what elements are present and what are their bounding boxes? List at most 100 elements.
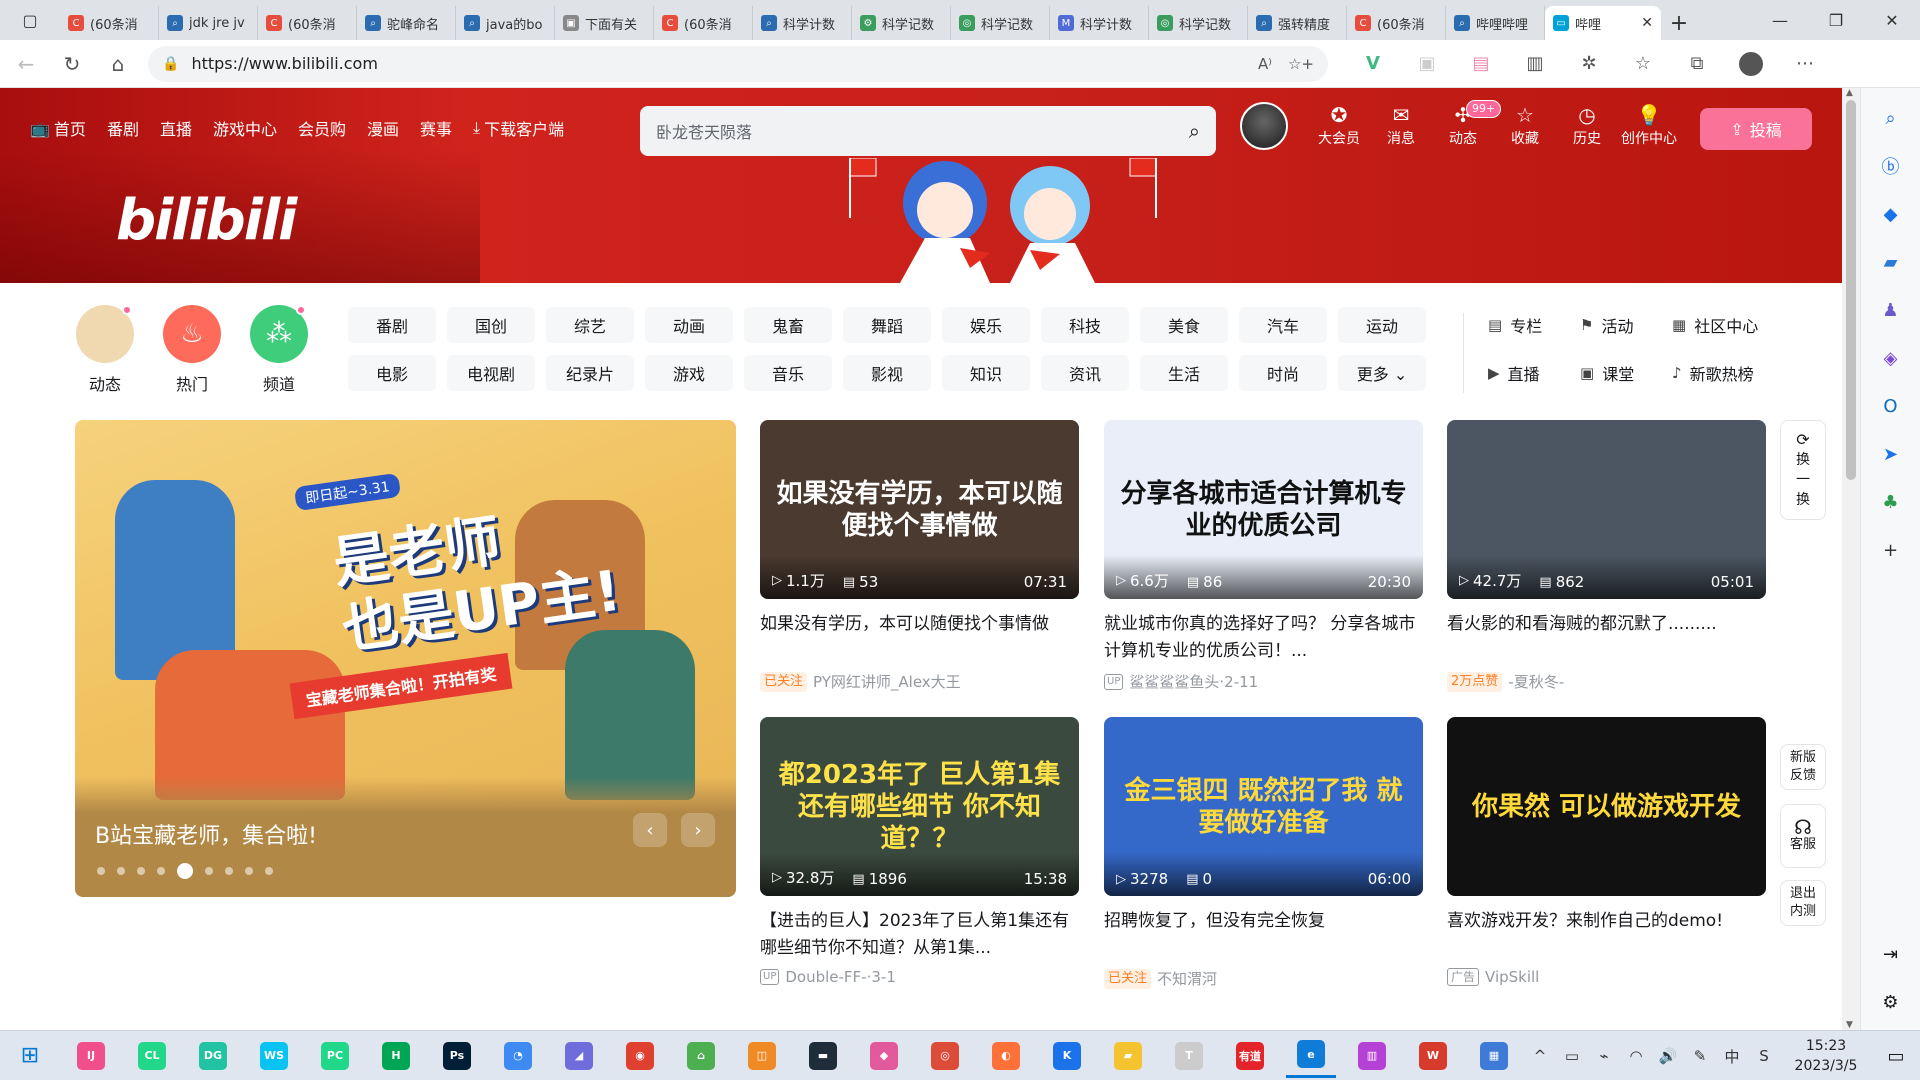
taskbar-app-icon[interactable]: CL [127,1034,177,1078]
video-thumbnail[interactable]: 都2023年了 巨人第1集 还有哪些细节 你不知道？？ ▷ 32.8万 ▤ 1896 15… [760,717,1079,896]
taskbar-app-icon[interactable]: W [1408,1034,1458,1078]
tab-item[interactable]: M 科学计数 [1050,6,1149,40]
nav-item-3[interactable]: 游戏中心 [213,116,277,140]
quick-entry-0[interactable]: 动态 [75,305,135,395]
carousel-dot[interactable] [157,867,165,875]
minimize-button[interactable]: — [1752,0,1808,40]
tab-item[interactable]: ◎ 科学记数 [1149,6,1248,40]
header-entry-0[interactable]: ✪ 大会员 [1308,102,1370,148]
carousel-next-button[interactable]: › [681,813,715,847]
video-owner[interactable]: 已关注 不知渭河 [1104,968,1423,989]
nav-item-7[interactable]: ⤓ 下载客户端 [473,116,564,140]
refresh-feed-button[interactable]: ⟳ 换 一 换 [1780,420,1826,520]
side-link[interactable]: ▶ 直播 [1488,355,1580,391]
new-tab-button[interactable]: + [1661,6,1697,40]
search-icon[interactable]: ⌕ [1189,119,1200,143]
taskbar-app-icon[interactable]: e [1286,1034,1336,1078]
extension-icon[interactable]: ▣ [1400,46,1454,82]
video-owner[interactable]: 广告 VipSkill [1447,968,1766,986]
taskbar-app-icon[interactable]: IJ [66,1034,116,1078]
side-link[interactable]: ♪ 新歌热榜 [1672,355,1792,391]
tab-item[interactable]: ◎ 科学记数 [951,6,1050,40]
clipboard-icon[interactable]: ▥ [1508,46,1562,82]
video-card[interactable]: 你果然 可以做游戏开发 喜欢游戏开发？来制作自己的demo! 广告 VipSkill [1447,717,1766,986]
tray-icon[interactable]: 中 [1716,1046,1748,1067]
tab-item[interactable]: C (60条消 [654,6,753,40]
feedback-button[interactable]: 新版反馈 [1780,744,1826,790]
featured-carousel[interactable]: 即日起~3.31 是老师 也是UP主! 宝藏老师集合啦！开拍有奖 B站宝藏老师，集… [75,420,736,897]
search-icon[interactable]: ⌕ [1873,100,1909,136]
taskbar-app-icon[interactable]: ▦ [1469,1034,1519,1078]
video-owner[interactable]: 2万点赞 -夏秋冬- [1447,671,1766,692]
tab-actions-icon[interactable]: ▢ [0,0,60,40]
taskbar-app-icon[interactable]: ▥ [1347,1034,1397,1078]
channel-chip[interactable]: 运动 [1338,307,1426,343]
tree-icon[interactable]: ♣ [1873,484,1909,520]
tray-icon[interactable]: ▭ [1556,1046,1588,1067]
channel-chip[interactable]: 游戏 [645,355,733,391]
tray-icon[interactable]: ⌁ [1588,1046,1620,1067]
taskbar-app-icon[interactable]: Ps [432,1034,482,1078]
side-link[interactable]: ▣ 课堂 [1580,355,1672,391]
taskbar-app-icon[interactable]: H [371,1034,421,1078]
taskbar-app-icon[interactable]: ⌂ [676,1034,726,1078]
tray-icon[interactable]: ◠ [1620,1046,1652,1067]
video-thumbnail[interactable]: 如果没有学历，本可以随便找个事情做 ▷ 1.1万 ▤ 53 07:31 [760,420,1079,599]
nav-item-4[interactable]: 会员购 [298,116,346,140]
video-card[interactable]: 都2023年了 巨人第1集 还有哪些细节 你不知道？？ ▷ 32.8万 ▤ 1896 15… [760,717,1079,986]
close-window-button[interactable]: ✕ [1864,0,1920,40]
tab-item[interactable]: ⌕ java的bo [456,6,555,40]
video-thumbnail[interactable]: 你果然 可以做游戏开发 [1447,717,1766,896]
video-title[interactable]: 如果没有学历，本可以随便找个事情做 [760,611,1079,665]
send-icon[interactable]: ➤ [1873,436,1909,472]
side-link[interactable]: ▦ 社区中心 [1672,307,1792,343]
channel-chip[interactable]: 科技 [1041,307,1129,343]
taskbar-app-icon[interactable]: ▬ [798,1034,848,1078]
channel-chip[interactable]: 影视 [843,355,931,391]
vue-devtools-icon[interactable]: V [1346,46,1400,82]
header-entry-3[interactable]: ☆ 收藏 [1494,102,1556,148]
extensions-icon[interactable]: ✲ [1562,46,1616,82]
channel-chip[interactable]: 电影 [348,355,436,391]
taskbar-app-icon[interactable]: DG [188,1034,238,1078]
channel-chip[interactable]: 舞蹈 [843,307,931,343]
add-icon[interactable]: + [1873,532,1909,568]
video-owner[interactable]: 已关注 PY网红讲师_Alex大王 [760,671,1079,692]
channel-chip[interactable]: 动画 [645,307,733,343]
tab-item[interactable]: ⌕ 科学计数 [753,6,852,40]
video-card[interactable]: 金三银四 既然招了我 就要做好准备 ▷ 3278 ▤ 0 06:00 招聘恢复了，但没有完全… [1104,717,1423,989]
tools-icon[interactable]: ▰ [1873,244,1909,280]
taskbar-app-icon[interactable]: ◆ [859,1034,909,1078]
user-avatar[interactable] [1240,102,1288,150]
header-entry-1[interactable]: ✉ 消息 [1370,102,1432,148]
nav-item-6[interactable]: 赛事 [420,116,452,140]
tray-icon[interactable]: ✎ [1684,1046,1716,1067]
video-owner[interactable]: UP 鲨鲨鲨鲨鱼头 · 2-11 [1104,671,1423,692]
taskbar-app-icon[interactable]: K [1042,1034,1092,1078]
taskbar-app-icon[interactable]: 有道 [1225,1034,1275,1078]
video-thumbnail[interactable]: 分享各城市适合计算机专业的优质公司 ▷ 6.6万 ▤ 86 20:30 [1104,420,1423,599]
start-windows-icon[interactable]: ⊞ [0,1031,60,1081]
video-card[interactable]: 如果没有学历，本可以随便找个事情做 ▷ 1.1万 ▤ 53 07:31 如果没有学历，本可以… [760,420,1079,692]
quick-entry-1[interactable]: ♨ 热门 [162,305,222,395]
nav-item-5[interactable]: 漫画 [367,116,399,140]
channel-chip[interactable]: 时尚 [1239,355,1327,391]
scroll-down-icon[interactable]: ▼ [1846,1020,1853,1030]
tab-item[interactable]: C (60条消 [60,6,159,40]
back-button[interactable]: ← [6,44,46,84]
settings-gear-icon[interactable]: ⚙ [1873,984,1909,1020]
tab-item[interactable]: C (60条消 [1347,6,1446,40]
header-entry-4[interactable]: ◷ 历史 [1556,102,1618,148]
taskbar-app-icon[interactable]: T [1164,1034,1214,1078]
channel-chip[interactable]: 综艺 [546,307,634,343]
tab-item[interactable]: ⌕ 哔哩哔哩 [1446,6,1545,40]
profile-avatar[interactable] [1724,46,1778,82]
read-aloud-icon[interactable]: A⁾ [1258,55,1272,73]
notification-icon[interactable]: ▭ [1872,1046,1920,1067]
channel-chip[interactable]: 美食 [1140,307,1228,343]
nav-item-1[interactable]: 番剧 [107,116,139,140]
channel-chip[interactable]: 生活 [1140,355,1228,391]
scroll-thumb[interactable] [1846,100,1856,480]
sidebar-toggle-icon[interactable]: ⇥ [1873,936,1909,972]
taskbar-app-icon[interactable]: ◐ [981,1034,1031,1078]
